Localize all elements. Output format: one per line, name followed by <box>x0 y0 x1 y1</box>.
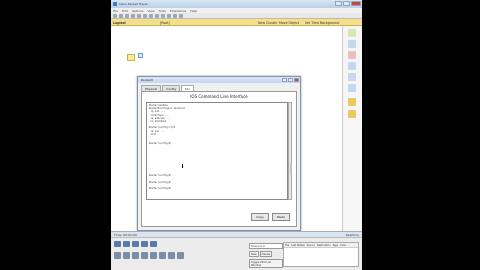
window-controls <box>335 1 361 6</box>
close-button[interactable] <box>351 1 361 6</box>
menu-help[interactable]: Help <box>190 9 197 13</box>
router-category-icon[interactable] <box>114 241 121 247</box>
toggle-pdu-list-button[interactable]: Toggle PDU List Window <box>249 259 283 268</box>
title-bar: Cisco Packet Tracer <box>111 0 362 8</box>
menu-view[interactable]: View <box>147 9 154 13</box>
col-color: Color <box>340 243 347 247</box>
delete-icon[interactable] <box>348 51 356 59</box>
cli-console[interactable]: Router>enable Router#configure terminal i… <box>146 102 288 200</box>
device-model-icon[interactable] <box>132 252 139 259</box>
device-model-icon[interactable] <box>177 252 184 259</box>
menu-tools[interactable]: Tools <box>159 9 166 13</box>
cluster-icon[interactable] <box>127 54 135 61</box>
console-scrollbar[interactable] <box>288 102 292 200</box>
menu-extensions[interactable]: Extensions <box>170 9 186 13</box>
paste-icon[interactable] <box>149 13 153 18</box>
palette-icon[interactable] <box>179 13 183 18</box>
zoom-in-icon[interactable] <box>167 13 171 18</box>
activity-wizard-icon[interactable] <box>137 13 141 18</box>
dialog-minimize-button[interactable] <box>282 77 287 82</box>
col-type: Type <box>332 243 339 247</box>
scenario-select[interactable]: Scenario 0 <box>249 243 283 249</box>
device-categories <box>114 241 157 247</box>
dialog-maximize-button[interactable] <box>288 77 293 82</box>
device-model-icon[interactable] <box>123 252 130 259</box>
workspace-canvas[interactable]: Router0 Physical Config CLI IOS Command … <box>111 26 342 231</box>
pdu-list-table: Fire Last Status Source Destination Type… <box>283 242 359 267</box>
device-icon[interactable] <box>138 53 143 58</box>
cli-actions: Copy Paste <box>251 213 290 221</box>
cli-heading: IOS Command Line Interface <box>190 94 248 99</box>
resize-icon[interactable] <box>348 84 356 92</box>
move-object-button[interactable]: Move Object <box>279 21 299 25</box>
dialog-tabs: Physical Config CLI <box>138 83 300 91</box>
switch-category-icon[interactable] <box>123 241 130 247</box>
dialog-close-button[interactable] <box>294 77 299 82</box>
app-icon <box>113 2 117 6</box>
copy-button[interactable]: Copy <box>251 213 269 221</box>
open-icon[interactable] <box>119 13 123 18</box>
workspace-navbar: Logical [Root] New Cluster Move Object S… <box>111 19 362 26</box>
device-model-icon[interactable] <box>141 252 148 259</box>
complex-pdu-icon[interactable] <box>348 110 356 118</box>
new-scenario-button[interactable]: New <box>249 251 259 257</box>
print-icon[interactable] <box>131 13 135 18</box>
delete-scenario-button[interactable]: Delete <box>259 251 273 257</box>
new-cluster-button[interactable]: New Cluster <box>258 21 277 25</box>
device-model-icon[interactable] <box>150 252 157 259</box>
pdu-table-header: Fire Last Status Source Destination Type… <box>284 243 358 248</box>
note-icon[interactable] <box>348 62 356 70</box>
select-icon[interactable] <box>348 29 356 37</box>
pdu-toggle-row: Toggle PDU List Window <box>249 259 283 268</box>
redo-icon[interactable] <box>161 13 165 18</box>
logical-tab[interactable]: Logical <box>113 21 126 25</box>
scenario-panel: Scenario 0 New Delete Toggle PDU List Wi… <box>249 242 283 268</box>
col-last-status: Last Status <box>291 243 305 247</box>
minimize-button[interactable] <box>335 1 342 6</box>
copy-icon[interactable] <box>143 13 147 18</box>
col-source: Source <box>306 243 315 247</box>
scenario-buttons: New Delete <box>249 251 283 257</box>
set-background-button[interactable]: Set Tiled Background <box>305 21 339 25</box>
scrollbar-thumb[interactable] <box>289 163 292 175</box>
device-model-icon[interactable] <box>168 252 175 259</box>
hub-category-icon[interactable] <box>132 241 139 247</box>
packet-tracer-window: Cisco Packet Tracer File Edit Options Vi… <box>111 0 362 270</box>
window-title: Cisco Packet Tracer <box>119 2 148 6</box>
dialog-controls <box>282 77 299 82</box>
zoom-out-icon[interactable] <box>173 13 177 18</box>
menu-options[interactable]: Options <box>132 9 144 13</box>
cli-panel: IOS Command Line Interface Router>enable… <box>141 91 297 227</box>
new-icon[interactable] <box>113 13 117 18</box>
simple-pdu-icon[interactable] <box>348 98 356 106</box>
col-destination: Destination <box>316 243 331 247</box>
console-line: Router(config)# <box>149 186 171 190</box>
col-fire: Fire <box>285 243 290 247</box>
menu-file[interactable]: File <box>113 9 118 13</box>
inspect-icon[interactable] <box>348 40 356 48</box>
maximize-button[interactable] <box>343 1 350 6</box>
wireless-category-icon[interactable] <box>141 241 148 247</box>
connections-category-icon[interactable] <box>150 241 157 247</box>
dialog-title: Router0 <box>141 78 153 82</box>
root-breadcrumb[interactable]: [Root] <box>160 21 170 25</box>
undo-icon[interactable] <box>155 13 159 18</box>
device-model-icon[interactable] <box>114 252 121 259</box>
zoom-icon[interactable] <box>348 73 356 81</box>
paste-button[interactable]: Paste <box>271 213 290 221</box>
dialog-title-bar: Router0 <box>138 77 300 83</box>
device-model-icon[interactable] <box>159 252 166 259</box>
save-icon[interactable] <box>125 13 129 18</box>
device-panel: Scenario 0 New Delete Toggle PDU List Wi… <box>111 237 362 270</box>
common-tools-bar <box>342 26 362 231</box>
menu-edit[interactable]: Edit <box>122 9 128 13</box>
text-cursor <box>182 164 183 168</box>
device-models <box>114 252 184 259</box>
router-dialog: Router0 Physical Config CLI IOS Command … <box>137 76 301 231</box>
